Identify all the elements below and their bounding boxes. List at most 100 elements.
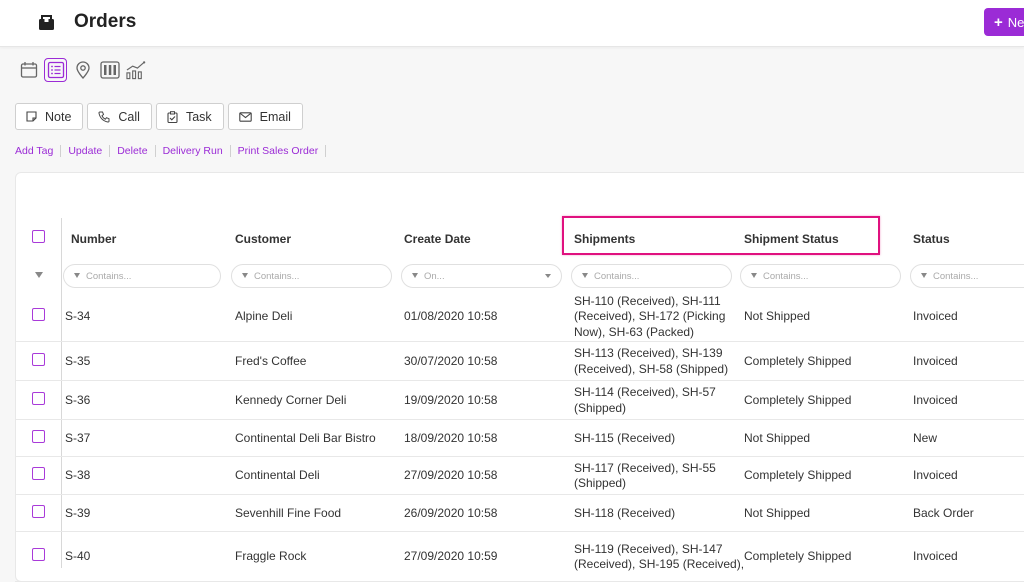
- plus-icon: +: [994, 14, 1003, 31]
- shipment-line: SH-115 (Received): [574, 430, 676, 445]
- email-button-label: Email: [259, 109, 291, 124]
- order-status: Invoiced: [913, 353, 958, 368]
- table-row[interactable]: S-40 Fraggle Rock 27/09/2020 10:59 SH-119 (…: [15, 532, 1024, 582]
- order-number: S-39: [65, 505, 91, 520]
- create-date: 19/09/2020 10:58: [404, 392, 498, 407]
- shipment-line: SH-119 (Received), SH-147: [574, 541, 723, 556]
- create-date: 27/09/2020 10:59: [404, 549, 498, 564]
- customer-name: Continental Deli: [235, 468, 320, 483]
- call-button[interactable]: Call: [87, 103, 152, 130]
- highlight-box: [562, 216, 880, 255]
- email-button[interactable]: Email: [227, 103, 303, 130]
- row-checkbox[interactable]: [32, 429, 45, 443]
- order-status: Invoiced: [913, 309, 958, 324]
- row-checkbox[interactable]: [32, 504, 45, 518]
- shipments: SH-119 (Received), SH-147 (Received), SH-…: [574, 542, 744, 573]
- create-date: 01/08/2020 10:58: [404, 309, 498, 324]
- chart-icon[interactable]: [126, 59, 147, 81]
- kanban-icon[interactable]: [99, 59, 120, 81]
- envelope-icon: [238, 111, 252, 122]
- shipment-status-filter[interactable]: Contains...: [740, 264, 901, 288]
- filter-icon: [74, 273, 80, 278]
- table-row[interactable]: S-36 Kennedy Corner Deli 19/09/2020 10:58 S…: [15, 381, 1024, 420]
- order-status: Invoiced: [913, 468, 958, 483]
- shipment-line: (Shipped): [574, 476, 627, 490]
- filter-icon: [242, 273, 248, 278]
- list-icon[interactable]: [44, 58, 67, 82]
- table-row[interactable]: S-34 Alpine Deli 01/08/2020 10:58 SH-110 (R…: [15, 292, 1024, 342]
- create-date-filter[interactable]: On...: [401, 264, 562, 288]
- order-number: S-37: [65, 430, 91, 445]
- shipments: SH-110 (Received), SH-111 (Received), SH-…: [574, 294, 725, 341]
- shipment-line: (Received), SH-58 (Shipped): [574, 361, 729, 376]
- row-checkbox[interactable]: [32, 391, 45, 405]
- shipment-line: (Received), SH-172 (Picking: [574, 309, 726, 324]
- chevron-down-icon: [545, 274, 551, 278]
- shipments: SH-113 (Received), SH-139 (Received), SH-…: [574, 346, 728, 377]
- status-filter[interactable]: Contains...: [910, 264, 1024, 288]
- customer-name: Sevenhill Fine Food: [235, 505, 342, 520]
- call-button-label: Call: [118, 109, 140, 124]
- select-all-checkbox[interactable]: [32, 230, 45, 243]
- shipment-line: SH-117 (Received), SH-55: [574, 460, 716, 475]
- create-date-filter-placeholder: On...: [424, 271, 445, 282]
- shipment-status: Completely Shipped: [744, 353, 852, 368]
- task-button[interactable]: Task: [155, 103, 224, 130]
- table-row[interactable]: S-39 Sevenhill Fine Food 26/09/2020 10:58 S…: [15, 495, 1024, 532]
- shipment-status: Not Shipped: [744, 505, 811, 520]
- column-header-customer[interactable]: Customer: [235, 232, 291, 246]
- page-title: Orders: [74, 11, 137, 32]
- filter-row: Contains... Contains... On... Contains..…: [15, 262, 1024, 290]
- table-row[interactable]: S-37 Continental Deli Bar Bistro 18/09/202…: [15, 420, 1024, 457]
- calendar-icon[interactable]: [18, 59, 39, 81]
- note-button[interactable]: Note: [15, 103, 84, 130]
- shipment-status: Not Shipped: [744, 430, 811, 445]
- column-header-status[interactable]: Status: [913, 232, 950, 246]
- customer-name: Kennedy Corner Deli: [235, 392, 347, 407]
- shipment-status-filter-placeholder: Contains...: [763, 271, 809, 282]
- map-pin-icon[interactable]: [72, 59, 93, 81]
- note-icon: [26, 111, 37, 122]
- clipboard-check-icon: [167, 110, 178, 123]
- shipments-filter[interactable]: Contains...: [571, 264, 732, 288]
- delete-link[interactable]: Delete: [110, 145, 156, 157]
- create-date: 26/09/2020 10:58: [404, 505, 498, 520]
- customer-name: Continental Deli Bar Bistro: [235, 430, 376, 445]
- shipments: SH-114 (Received), SH-57 (Shipped): [574, 385, 716, 416]
- delivery-run-link[interactable]: Delivery Run: [156, 145, 231, 157]
- row-checkbox[interactable]: [32, 548, 45, 561]
- row-checkbox[interactable]: [32, 352, 45, 366]
- table-row[interactable]: S-35 Fred's Coffee 30/07/2020 10:58 SH-113 …: [15, 342, 1024, 381]
- filter-icon: [582, 273, 588, 278]
- column-header-number[interactable]: Number: [71, 232, 116, 246]
- number-filter[interactable]: Contains...: [63, 264, 221, 288]
- row-checkbox[interactable]: [32, 467, 45, 480]
- shipment-line: (Received), SH-195 (Received),: [574, 557, 745, 571]
- create-date: 30/07/2020 10:58: [404, 353, 498, 368]
- filter-icon: [921, 273, 927, 278]
- shipment-line: SH-110 (Received), SH-111: [574, 293, 721, 308]
- add-tag-link[interactable]: Add Tag: [15, 145, 62, 157]
- order-status: New: [913, 430, 938, 445]
- customer-filter[interactable]: Contains...: [231, 264, 392, 288]
- number-filter-placeholder: Contains...: [86, 271, 132, 282]
- phone-icon: [98, 111, 110, 123]
- box-icon: [39, 15, 54, 30]
- table-row[interactable]: S-38 Continental Deli 27/09/2020 10:58 SH-1…: [15, 457, 1024, 495]
- task-button-label: Task: [185, 109, 212, 124]
- shipment-line: (Shipped): [574, 400, 627, 415]
- order-number: S-40: [65, 549, 91, 564]
- bulk-action-links: Add Tag Update Delete Delivery Run Print…: [15, 145, 327, 157]
- shipment-line: SH-118 (Received): [574, 505, 676, 520]
- action-bar: Note Call Task Email: [15, 103, 303, 130]
- row-checkbox[interactable]: [32, 308, 45, 321]
- column-header-create-date[interactable]: Create Date: [404, 232, 471, 246]
- filter-icon[interactable]: [35, 272, 43, 278]
- create-date: 27/09/2020 10:58: [404, 468, 498, 483]
- new-button-label: Ne: [1007, 15, 1024, 30]
- new-button[interactable]: + Ne: [984, 8, 1024, 36]
- order-number: S-34: [65, 309, 91, 324]
- shipments: SH-115 (Received): [574, 431, 675, 447]
- print-sales-order-link[interactable]: Print Sales Order: [231, 145, 327, 157]
- update-link[interactable]: Update: [61, 145, 111, 157]
